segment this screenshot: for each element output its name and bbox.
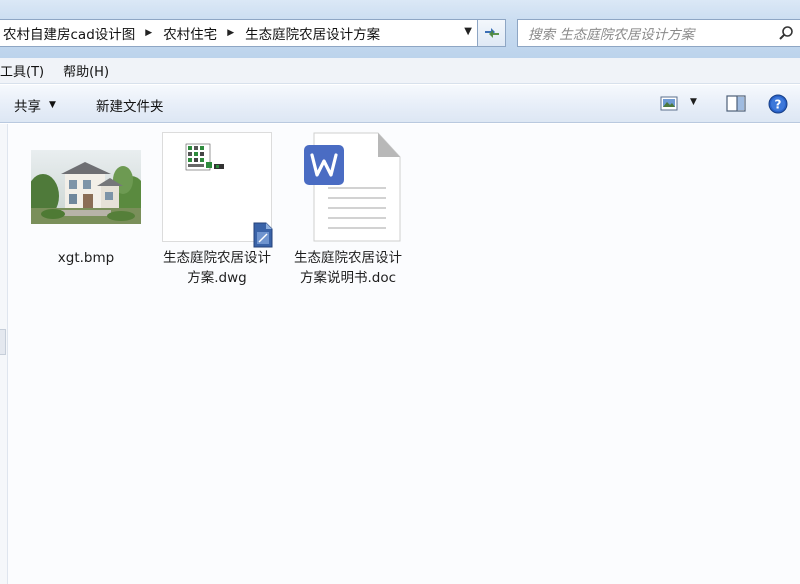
- menu-item-tools[interactable]: 工具(T): [0, 61, 53, 80]
- chevron-down-icon[interactable]: ▼: [690, 97, 697, 107]
- refresh-icon: [484, 28, 499, 38]
- house-photo-thumbnail: [31, 150, 141, 224]
- refresh-button[interactable]: [478, 19, 506, 47]
- breadcrumb-item-current[interactable]: 生态庭院农居设计方案: [241, 20, 384, 46]
- wps-document-icon: [304, 132, 401, 242]
- breadcrumb-item-root[interactable]: 农村自建房cad设计图 ▶: [0, 20, 159, 46]
- breadcrumb-label: 农村自建房cad设计图: [3, 27, 136, 43]
- new-folder-label: 新建文件夹: [96, 99, 164, 115]
- help-icon[interactable]: ?: [768, 94, 788, 114]
- search-placeholder: 搜索 生态庭院农居设计方案: [528, 27, 695, 43]
- address-bar[interactable]: 农村自建房cad设计图 ▶ 农村住宅 ▶ 生态庭院农居设计方案 ▼: [0, 19, 478, 47]
- chevron-down-icon: ▼: [49, 100, 56, 110]
- dwg-file-badge-icon: [253, 222, 273, 248]
- search-icon[interactable]: [778, 25, 794, 41]
- share-label: 共享: [14, 99, 41, 115]
- file-item-xgt-bmp[interactable]: xgt.bmp: [26, 132, 146, 268]
- file-name: xgt.bmp: [57, 250, 115, 266]
- file-name: 生态庭院农居设计方案说明书.doc: [294, 250, 402, 286]
- view-options-icon[interactable]: [660, 96, 678, 111]
- menu-bar: 工具(T) 帮助(H): [0, 58, 800, 84]
- breadcrumb-label: 生态庭院农居设计方案: [245, 27, 381, 43]
- file-item-doc[interactable]: 生态庭院农居设计方案说明书.doc: [288, 132, 408, 288]
- svg-text:?: ?: [775, 98, 782, 112]
- file-thumbnail: [30, 132, 142, 242]
- file-name: 生态庭院农居设计方案.dwg: [163, 250, 271, 286]
- window-title-area: 农村自建房cad设计图 ▶ 农村住宅 ▶ 生态庭院农居设计方案 ▼ 搜索 生态庭…: [0, 0, 800, 58]
- chevron-down-icon[interactable]: ▼: [464, 26, 472, 37]
- file-thumbnail: [292, 132, 404, 242]
- file-thumbnail: [162, 132, 273, 248]
- menu-item-help[interactable]: 帮助(H): [53, 61, 118, 80]
- share-button[interactable]: 共享 ▼: [14, 95, 56, 115]
- search-input[interactable]: 搜索 生态庭院农居设计方案: [517, 19, 800, 47]
- breadcrumb-item-rural-housing[interactable]: 农村住宅 ▶: [159, 20, 241, 46]
- breadcrumb-label: 农村住宅: [163, 27, 218, 43]
- preview-pane-icon[interactable]: [726, 95, 746, 112]
- command-bar: 共享 ▼ 新建文件夹 ▼ ?: [0, 85, 800, 123]
- new-folder-button[interactable]: 新建文件夹: [96, 95, 164, 115]
- file-item-dwg[interactable]: 生态庭院农居设计方案.dwg: [157, 132, 277, 288]
- chevron-right-icon[interactable]: ▶: [221, 28, 241, 38]
- file-list-area[interactable]: xgt.bmp 生态庭院农居设计方案.dwg 生态庭院农居设计方案说明书.doc: [0, 124, 800, 584]
- pane-resize-handle[interactable]: [0, 329, 6, 355]
- chevron-right-icon[interactable]: ▶: [139, 28, 159, 38]
